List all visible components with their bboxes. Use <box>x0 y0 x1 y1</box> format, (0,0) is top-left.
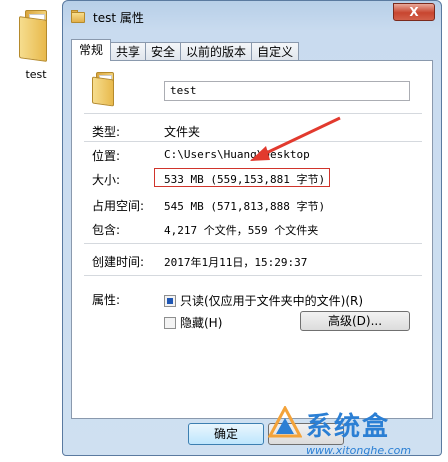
created-label: 创建时间: <box>92 255 145 269</box>
tab-general[interactable]: 常规 <box>71 39 112 61</box>
folder-name-input[interactable]: test <box>164 81 410 101</box>
watermark: 系统盒 www.xitonghe.com <box>268 404 444 460</box>
contains-value: 4,217 个文件，559 个文件夹 <box>164 224 319 237</box>
size-highlight-box <box>154 168 330 187</box>
divider <box>84 141 422 142</box>
folder-icon <box>71 9 87 23</box>
contains-label: 包含: <box>92 223 121 237</box>
folder-icon <box>92 71 122 107</box>
attributes-label: 属性: <box>92 293 121 307</box>
watermark-logo-icon <box>268 406 302 438</box>
size-label: 大小: <box>92 173 121 187</box>
divider <box>84 113 422 114</box>
properties-window: test 属性 X 常规 共享 安全 以前的版本 自定义 test 类型: 文件… <box>62 0 442 456</box>
desktop-icon-label: test <box>25 68 47 81</box>
hidden-checkbox[interactable]: 隐藏(H) <box>164 314 222 331</box>
tab-previous-versions[interactable]: 以前的版本 <box>180 42 253 61</box>
folder-icon <box>19 8 53 62</box>
close-icon: X <box>409 5 419 19</box>
type-value: 文件夹 <box>164 125 201 139</box>
readonly-checkbox[interactable]: 只读(仅应用于文件夹中的文件)(R) <box>164 292 363 309</box>
type-label: 类型: <box>92 125 121 139</box>
title-bar[interactable]: test 属性 X <box>63 1 441 33</box>
hidden-label: 隐藏(H) <box>180 316 223 330</box>
tab-sharing[interactable]: 共享 <box>110 42 147 61</box>
watermark-brand: 系统盒 <box>306 412 391 442</box>
size-on-disk-label: 占用空间: <box>92 199 145 213</box>
divider <box>84 275 422 276</box>
checkbox-unchecked-icon <box>164 316 176 329</box>
tab-security[interactable]: 安全 <box>145 42 182 61</box>
watermark-url: www.xitonghe.com <box>306 444 412 457</box>
divider <box>84 243 422 244</box>
checkbox-checked-icon <box>164 294 176 307</box>
general-panel: test 类型: 文件夹 位置: C:\Users\Huang\Desktop … <box>71 60 433 419</box>
location-value: C:\Users\Huang\Desktop <box>164 148 310 161</box>
size-on-disk-value: 545 MB (571,813,888 字节) <box>164 200 326 213</box>
tab-bar: 常规 共享 安全 以前的版本 自定义 <box>71 39 300 61</box>
close-button[interactable]: X <box>393 3 435 21</box>
created-value: 2017年1月11日，15:29:37 <box>164 256 308 269</box>
readonly-label: 只读(仅应用于文件夹中的文件)(R) <box>180 294 364 308</box>
tab-customize[interactable]: 自定义 <box>251 42 300 61</box>
window-title: test 属性 <box>93 11 144 25</box>
advanced-button[interactable]: 高级(D)... <box>300 311 410 331</box>
desktop-folder-test[interactable]: test <box>12 8 60 81</box>
location-label: 位置: <box>92 149 121 163</box>
ok-button[interactable]: 确定 <box>188 423 264 445</box>
